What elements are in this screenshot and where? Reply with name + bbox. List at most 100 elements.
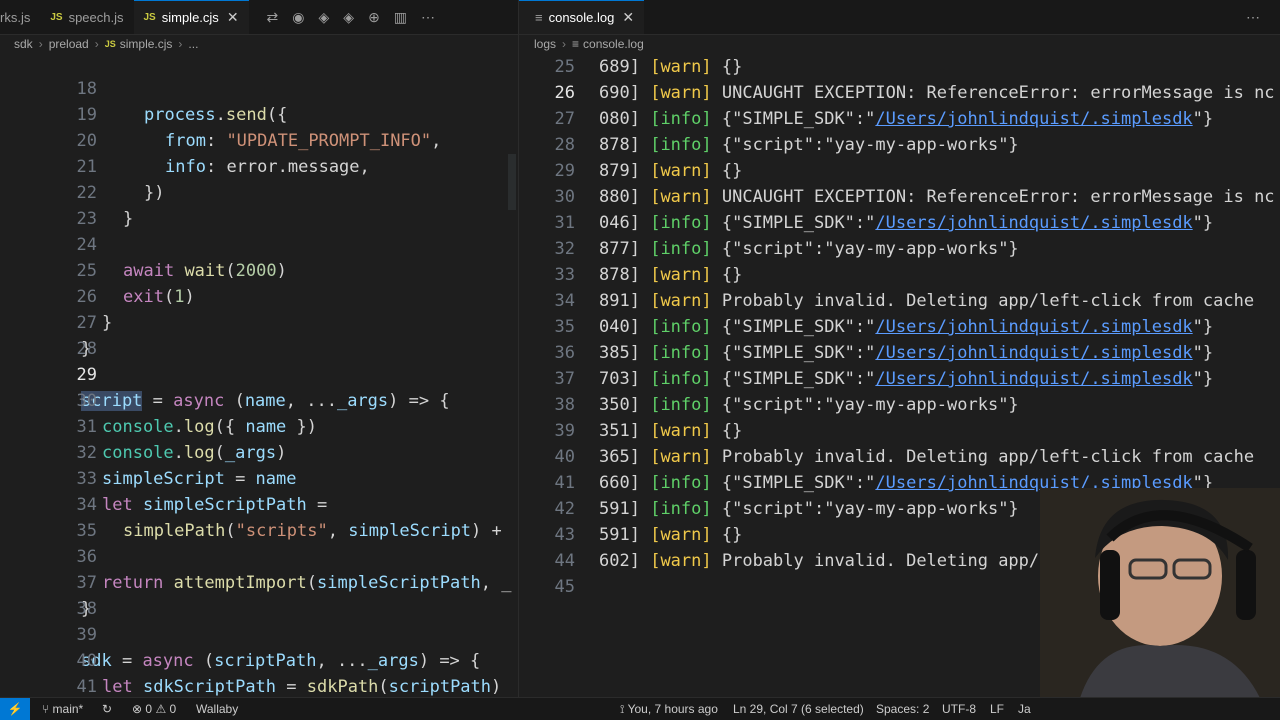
code-editor[interactable]: 18 process.send({ 19 from: "UPDATE_PROMP… (0, 54, 518, 698)
file-path-link[interactable]: /Users/johnlindquist/.simplesdk (875, 213, 1192, 233)
line-number: 29 (76, 365, 97, 385)
line-number: 19 (76, 105, 97, 125)
line-number: 40 (554, 447, 575, 467)
webcam-overlay (1040, 488, 1280, 698)
more-actions-icon[interactable]: ⋯ (421, 9, 435, 26)
file-path-link[interactable]: /Users/johnlindquist/.simplesdk (875, 343, 1192, 363)
tab-label: rks.js (0, 9, 31, 25)
log-timestamp: 080] (599, 109, 640, 129)
line-number: 27 (554, 109, 575, 129)
log-file-icon: ≡ (535, 10, 543, 25)
tab-works-js[interactable]: rks.js (0, 0, 40, 34)
log-level: [info] (650, 135, 712, 155)
log-timestamp: 878] (599, 135, 640, 155)
right-tab-bar: ≡ console.log ✕ ⋯ (519, 0, 1280, 35)
file-path-link[interactable]: /Users/johnlindquist/.simplesdk (875, 369, 1192, 389)
breadcrumb-item[interactable]: sdk (14, 37, 33, 51)
log-message: Probably invalid. Deleting app/left-clic… (711, 291, 1255, 311)
more-actions-icon[interactable]: ⋯ (1246, 9, 1260, 26)
compare-changes-icon[interactable]: ⇄ (267, 9, 279, 26)
breadcrumb-item[interactable]: ... (188, 37, 198, 51)
scrollbar-thumb[interactable] (508, 154, 516, 210)
go-forward-icon[interactable]: ◈ (343, 9, 354, 26)
line-number: 22 (76, 183, 97, 203)
code-line: 22 } (0, 154, 133, 229)
log-level: [info] (650, 395, 712, 415)
breadcrumb-item[interactable]: console.log (583, 37, 644, 51)
line-number: 33 (76, 469, 97, 489)
log-message: {"script":"yay-my-app-works"} (711, 499, 1019, 519)
log-level: [warn] (650, 291, 712, 311)
tab-simple-cjs[interactable]: JS simple.cjs ✕ (133, 0, 249, 34)
line-number: 37 (554, 369, 575, 389)
close-icon[interactable]: ✕ (227, 9, 239, 26)
line-number: 24 (76, 235, 97, 255)
wallaby-status[interactable]: Wallaby (196, 698, 238, 720)
breadcrumb-item[interactable]: preload (49, 37, 89, 51)
code-line: 33 let simpleScriptPath = (0, 440, 327, 515)
language-mode[interactable]: Ja (1018, 698, 1031, 720)
breadcrumb-item[interactable]: logs (534, 37, 556, 51)
code-line: 24 await wait(2000) (0, 206, 286, 281)
log-message: "} (1192, 213, 1214, 233)
log-spacer (640, 551, 650, 571)
log-timestamp: 880] (599, 187, 640, 207)
breadcrumb: sdk › preload › JS simple.cjs › ... (14, 34, 198, 54)
log-message: "} (1192, 369, 1214, 389)
log-message: {"SIMPLE_SDK":" (711, 213, 876, 233)
chevron-right-icon: › (38, 37, 43, 51)
indentation[interactable]: Spaces: 2 (876, 698, 929, 720)
tab-console-log[interactable]: ≡ console.log ✕ (519, 0, 645, 34)
log-timestamp: 046] (599, 213, 640, 233)
code-line: 25 exit(1) (0, 232, 194, 307)
end-of-line[interactable]: LF (990, 698, 1004, 720)
tab-speech-js[interactable]: JS speech.js (40, 0, 133, 34)
line-number: 39 (76, 625, 97, 645)
line-number: 41 (76, 677, 97, 697)
code-line: 39 sdk = async (scriptPath, ..._args) =>… (0, 596, 480, 671)
log-level: [info] (650, 213, 712, 233)
preview-icon[interactable]: ◉ (292, 9, 304, 26)
log-timestamp: 877] (599, 239, 640, 259)
problems-status[interactable]: ⊗ 0 ⚠ 0 (132, 698, 176, 720)
cursor-position[interactable]: Ln 29, Col 7 (6 selected) (733, 698, 864, 720)
encoding[interactable]: UTF-8 (942, 698, 976, 720)
log-level: [info] (650, 317, 712, 337)
code-line: 23 (0, 180, 96, 229)
remote-icon[interactable]: ⚡ (0, 698, 30, 720)
git-commit-icon: ⟟ (620, 702, 625, 716)
log-level: [warn] (650, 265, 712, 285)
line-number: 34 (76, 495, 97, 515)
close-icon[interactable]: ✕ (622, 9, 634, 26)
branch-status[interactable]: ⑂ main* (42, 698, 83, 720)
log-timestamp: 040] (599, 317, 640, 337)
split-editor-icon[interactable]: ▥ (394, 9, 407, 26)
code-line: 36 return attemptImport(simpleScriptPath… (0, 518, 511, 593)
log-level: [warn] (650, 161, 712, 181)
line-number: 23 (76, 209, 97, 229)
file-path-link[interactable]: /Users/johnlindquist/.simplesdk (875, 109, 1192, 129)
log-timestamp: 689] (599, 57, 640, 77)
log-message: {} (711, 525, 743, 545)
file-path-link[interactable]: /Users/johnlindquist/.simplesdk (875, 317, 1192, 337)
code-line: 42 } (0, 674, 41, 698)
log-level: [info] (650, 473, 712, 493)
line-number: 30 (76, 391, 97, 411)
code-line: 37 } (0, 544, 96, 619)
timeline-icon[interactable]: ⊕ (368, 9, 380, 26)
log-message: {"SIMPLE_SDK":" (711, 317, 876, 337)
line-number: 28 (76, 339, 97, 359)
line-number: 18 (76, 79, 97, 99)
log-message: {"SIMPLE_SDK":" (711, 473, 876, 493)
line-number: 36 (76, 547, 97, 567)
go-back-icon[interactable]: ◈ (319, 9, 330, 26)
sync-icon[interactable]: ↻ (102, 698, 112, 720)
js-file-icon: JS (104, 39, 116, 49)
log-timestamp: 365] (599, 447, 640, 467)
log-timestamp: 891] (599, 291, 640, 311)
git-blame[interactable]: ⟟ You, 7 hours ago (620, 698, 718, 720)
breadcrumb-item[interactable]: simple.cjs (120, 37, 173, 51)
log-spacer (640, 291, 650, 311)
log-timestamp: 591] (599, 525, 640, 545)
log-spacer (640, 161, 650, 181)
